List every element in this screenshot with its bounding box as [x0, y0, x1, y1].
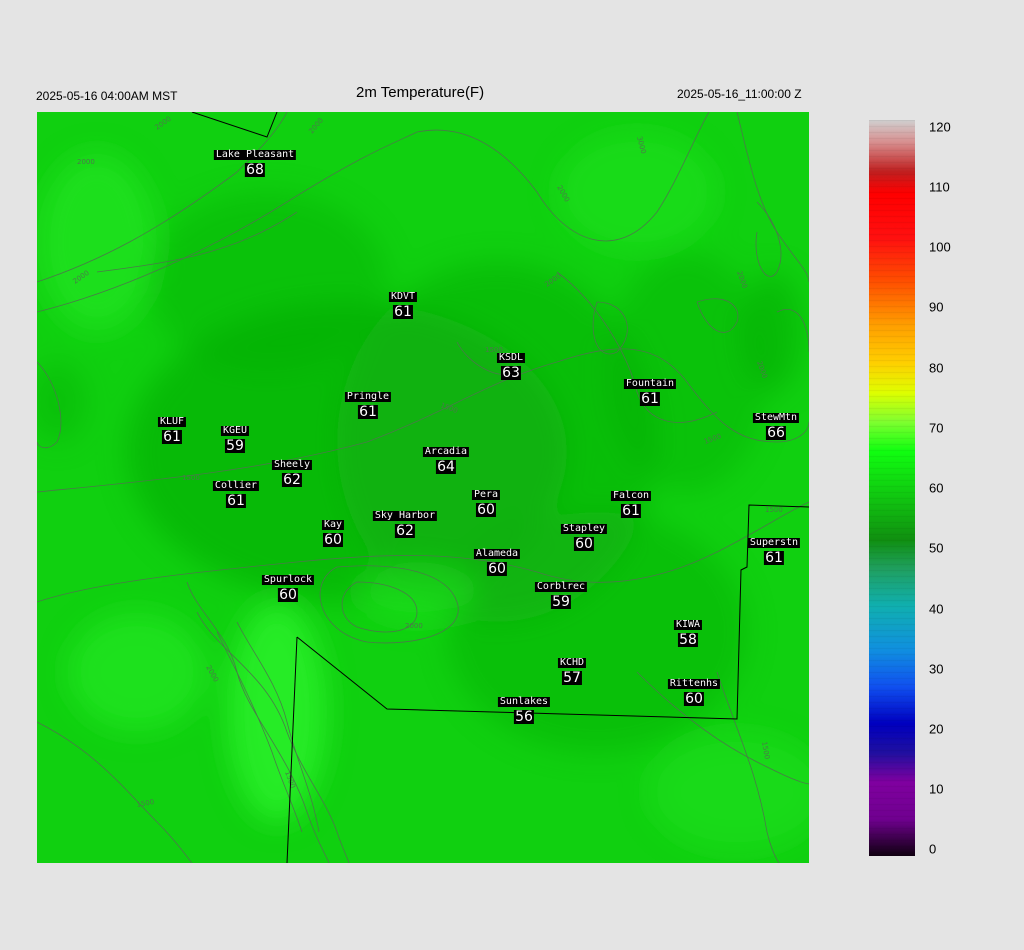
station-marker: Alameda 60: [473, 544, 521, 577]
station-marker: Lake Pleasant 68: [213, 145, 297, 178]
temperature-colorbar: [869, 120, 915, 856]
station-temperature: 59: [551, 594, 571, 610]
colorbar-tick-label: 10: [929, 781, 944, 797]
station-temperature: 61: [393, 304, 413, 320]
station-marker: KCHD 57: [557, 653, 587, 686]
station-marker: Arcadia 64: [422, 442, 470, 475]
station-name: Alameda: [473, 548, 521, 559]
station-temperature: 59: [225, 438, 245, 454]
station-name: Corblrec: [534, 581, 588, 592]
station-name: KLUF: [157, 416, 187, 427]
station-name: KIWA: [673, 619, 703, 630]
station-temperature: 61: [621, 503, 641, 519]
station-temperature: 62: [395, 523, 415, 539]
station-marker: Sheely 62: [271, 455, 313, 488]
colorbar-tick-label: 40: [929, 601, 944, 617]
station-marker: StewMtn 66: [752, 408, 800, 441]
station-marker: Sunlakes 56: [497, 692, 551, 725]
station-marker: KLUF 61: [157, 412, 187, 445]
station-name: Sunlakes: [497, 696, 551, 707]
station-name: KDVT: [388, 291, 418, 302]
station-name: Sheely: [271, 459, 313, 470]
colorbar-tick-label: 50: [929, 540, 944, 556]
station-name: Arcadia: [422, 446, 470, 457]
station-name: Collier: [212, 480, 260, 491]
station-name: Pringle: [344, 391, 392, 402]
station-name: Falcon: [610, 490, 652, 501]
station-name: KGEU: [220, 425, 250, 436]
station-name: StewMtn: [752, 412, 800, 423]
station-name: Superstn: [747, 537, 801, 548]
valid-time-local: 2025-05-16 04:00AM MST: [36, 89, 178, 103]
station-temperature: 68: [245, 162, 265, 178]
station-temperature: 61: [358, 404, 378, 420]
colorbar-tick-label: 60: [929, 480, 944, 496]
colorbar-tick-label: 90: [929, 299, 944, 315]
station-marker: Sky Harbor 62: [372, 506, 438, 539]
station-temperature: 61: [226, 493, 246, 509]
station-marker: Pera 60: [471, 485, 501, 518]
colorbar-tick-label: 80: [929, 360, 944, 376]
station-temperature: 60: [323, 532, 343, 548]
station-marker: KSDL 63: [496, 348, 526, 381]
station-marker: KDVT 61: [388, 287, 418, 320]
station-name: Lake Pleasant: [213, 149, 297, 160]
station-temperature: 64: [436, 459, 456, 475]
station-name: Stapley: [560, 523, 608, 534]
station-name: Kay: [321, 519, 345, 530]
station-temperature: 60: [684, 691, 704, 707]
station-name: Sky Harbor: [372, 510, 438, 521]
valid-time-utc: 2025-05-16_11:00:00 Z: [677, 87, 802, 101]
station-temperature: 57: [562, 670, 582, 686]
station-temperature: 63: [501, 365, 521, 381]
station-temperature: 56: [514, 709, 534, 725]
map-field-layer: 2000 20002000300020002000 2000150015001500…: [37, 112, 809, 863]
station-marker: KGEU 59: [220, 421, 250, 454]
station-temperature: 66: [766, 425, 786, 441]
colorbar-tick-label: 70: [929, 420, 944, 436]
station-temperature: 61: [640, 391, 660, 407]
colorbar-tick-label: 110: [929, 179, 950, 195]
station-temperature: 62: [282, 472, 302, 488]
temperature-map: 2000 2000 2000 3000 2000 2000 2000 1500 1500 1500…: [37, 112, 809, 863]
station-name: Rittenhs: [667, 678, 721, 689]
station-temperature: 60: [574, 536, 594, 552]
station-temperature: 61: [162, 429, 182, 445]
station-marker: Stapley 60: [560, 519, 608, 552]
contour-label: 1500: [182, 474, 200, 482]
station-marker: Superstn 61: [747, 533, 801, 566]
station-marker: Collier 61: [212, 476, 260, 509]
station-name: Fountain: [623, 378, 677, 389]
station-marker: Corblrec 59: [534, 577, 588, 610]
station-marker: KIWA 58: [673, 615, 703, 648]
colorbar-tick-label: 100: [929, 239, 951, 255]
station-marker: Pringle 61: [344, 387, 392, 420]
map-title: 2m Temperature(F): [356, 84, 485, 101]
station-temperature: 60: [487, 561, 507, 577]
colorbar-tick-label: 30: [929, 661, 944, 677]
station-temperature: 58: [678, 632, 698, 648]
station-marker: Falcon 61: [610, 486, 652, 519]
station-name: Pera: [471, 489, 501, 500]
contour-label: 1500: [765, 506, 783, 514]
station-temperature: 60: [278, 587, 298, 603]
station-temperature: 61: [764, 550, 784, 566]
contour-label: 2000: [77, 158, 95, 166]
station-name: KSDL: [496, 352, 526, 363]
contour-label: 2000: [405, 622, 423, 630]
colorbar-tick-label: 0: [929, 841, 937, 857]
station-marker: Rittenhs 60: [667, 674, 721, 707]
station-marker: Spurlock 60: [261, 570, 315, 603]
station-marker: Kay 60: [321, 515, 345, 548]
colorbar-tick-label: 20: [929, 721, 944, 737]
station-marker: Fountain 61: [623, 374, 677, 407]
colorbar-tick-label: 120: [929, 119, 951, 135]
station-temperature: 60: [476, 502, 496, 518]
station-name: Spurlock: [261, 574, 315, 585]
station-name: KCHD: [557, 657, 587, 668]
